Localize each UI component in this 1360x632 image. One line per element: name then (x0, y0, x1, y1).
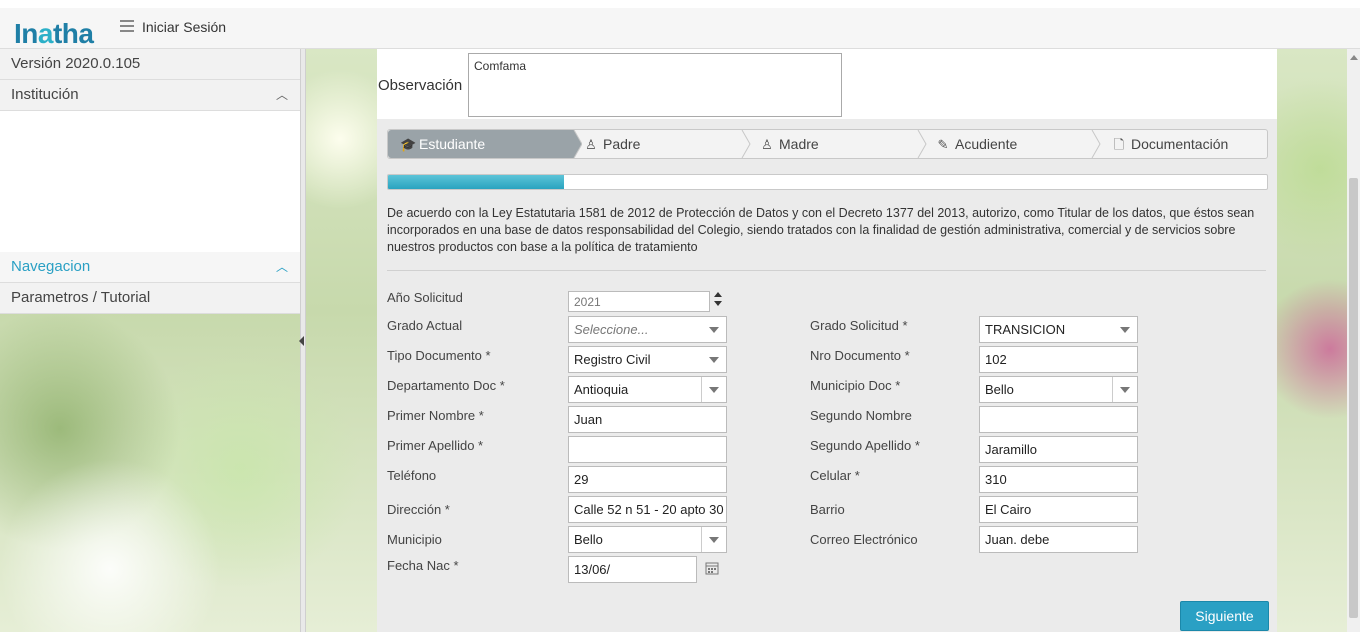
step-separator (917, 130, 927, 158)
wizard-steps: 🎓 Estudiante ♙ Padre ♙ Madre ✎ Acudiente 🗋 Do… (387, 129, 1268, 159)
fecha-nac-input[interactable]: 13/06/ (568, 556, 697, 583)
form-panel (377, 119, 1277, 632)
next-button[interactable]: Siguiente (1180, 601, 1269, 631)
tab-padre[interactable]: ♙ Padre (584, 130, 744, 158)
municipio-doc-label: Municipio Doc * (810, 378, 901, 393)
tab-madre[interactable]: ♙ Madre (760, 130, 920, 158)
telefono-input[interactable]: 29 (568, 466, 727, 493)
tipo-documento-label: Tipo Documento * (387, 348, 491, 363)
fecha-nac-label: Fecha Nac * (387, 558, 459, 573)
direccion-label: Dirección * (387, 502, 450, 517)
anio-solicitud-input[interactable]: 2021 (568, 291, 710, 312)
segundo-nombre-label: Segundo Nombre (810, 408, 912, 423)
sidebar-item-navegacion[interactable]: Navegacion ︿ (0, 252, 300, 283)
chevron-up-icon[interactable]: ︿ (276, 252, 288, 282)
select-value: Bello (574, 532, 603, 547)
step-separator (741, 130, 751, 158)
chevron-down-icon[interactable] (1113, 317, 1137, 342)
tab-label: Madre (779, 136, 819, 152)
document-icon: 🗋 (1113, 137, 1125, 152)
segundo-apellido-input[interactable]: Jaramillo (979, 436, 1138, 463)
municipio-label: Municipio (387, 532, 442, 547)
chevron-down-icon[interactable] (701, 377, 726, 402)
observation-label: Observación (378, 77, 463, 94)
divider (387, 270, 1266, 271)
user-icon: ♙ (585, 137, 597, 152)
grado-actual-select[interactable]: Seleccione... (568, 316, 727, 343)
select-placeholder: Seleccione... (574, 322, 649, 337)
segundo-apellido-label: Segundo Apellido * (810, 438, 920, 453)
collapse-arrow-icon[interactable] (299, 336, 304, 346)
anio-solicitud-label: Año Solicitud (387, 290, 463, 305)
sidebar-item-tutorial[interactable]: Parametros / Tutorial (0, 283, 300, 314)
year-stepper[interactable] (713, 291, 723, 311)
stepper-up-icon[interactable] (714, 292, 722, 297)
correo-input[interactable]: Juan. debe (979, 526, 1138, 553)
tab-documentacion[interactable]: 🗋 Documentación (1112, 130, 1262, 158)
select-value: Bello (985, 382, 1014, 397)
segundo-nombre-input[interactable] (979, 406, 1138, 433)
progress-fill (388, 175, 564, 189)
primer-apellido-label: Primer Apellido * (387, 438, 484, 453)
grado-solicitud-select[interactable]: TRANSICION (979, 316, 1138, 343)
pencil-icon: ✎ (937, 137, 949, 152)
tab-label: Estudiante (419, 136, 486, 152)
correo-label: Correo Electrónico (810, 532, 918, 547)
chevron-down-icon[interactable] (702, 317, 726, 342)
sidebar: Versión 2020.0.105 Institución ︿ Navegac… (0, 49, 300, 314)
chevron-up-icon[interactable]: ︿ (276, 80, 288, 110)
scrollbar-thumb[interactable] (1349, 178, 1358, 618)
primer-nombre-input[interactable]: Juan (568, 406, 727, 433)
sidebar-item-institucion[interactable]: Institución ︿ (0, 80, 300, 111)
stepper-down-icon[interactable] (714, 301, 722, 306)
chevron-down-icon[interactable] (702, 347, 726, 372)
grado-actual-label: Grado Actual (387, 318, 463, 333)
scroll-up-icon[interactable] (1350, 55, 1358, 60)
progress-bar (387, 174, 1268, 190)
nro-documento-input[interactable]: 102 (979, 346, 1138, 373)
departamento-doc-label: Departamento Doc * (387, 378, 505, 393)
version-label: Versión 2020.0.105 (0, 49, 300, 80)
nro-documento-label: Nro Documento * (810, 348, 910, 363)
tipo-documento-select[interactable]: Registro Civil (568, 346, 727, 373)
celular-label: Celular * (810, 468, 860, 483)
select-value: Registro Civil (574, 352, 651, 367)
institution-panel (0, 111, 300, 252)
tab-estudiante[interactable]: 🎓 Estudiante (388, 130, 568, 158)
primer-apellido-input[interactable] (568, 436, 727, 463)
hamburger-menu-icon[interactable] (120, 20, 134, 32)
chevron-down-icon[interactable] (1112, 377, 1137, 402)
sidebar-item-label: Institución (11, 86, 79, 103)
tab-label: Acudiente (955, 136, 1018, 152)
tab-label: Documentación (1131, 136, 1229, 152)
select-value: Antioquia (574, 382, 629, 397)
graduate-icon: 🎓 (400, 137, 417, 152)
grado-solicitud-label: Grado Solicitud * (810, 318, 908, 333)
calendar-icon[interactable] (705, 561, 719, 575)
celular-input[interactable]: 310 (979, 466, 1138, 493)
data-protection-text: De acuerdo con la Ley Estatutaria 1581 d… (387, 206, 1255, 254)
step-separator (568, 130, 582, 158)
top-bar: Inatha Iniciar Sesión (0, 8, 1360, 49)
direccion-input[interactable]: Calle 52 n 51 - 20 apto 30 (568, 496, 727, 523)
barrio-label: Barrio (810, 502, 845, 517)
step-separator (1091, 130, 1101, 158)
login-link[interactable]: Iniciar Sesión (142, 19, 226, 35)
select-value: TRANSICION (985, 322, 1066, 337)
departamento-doc-select[interactable]: Antioquia (568, 376, 727, 403)
municipio-select[interactable]: Bello (568, 526, 727, 553)
telefono-label: Teléfono (387, 468, 437, 483)
municipio-doc-select[interactable]: Bello (979, 376, 1138, 403)
sidebar-item-label: Navegacion (11, 258, 91, 275)
barrio-input[interactable]: El Cairo (979, 496, 1138, 523)
chevron-down-icon[interactable] (701, 527, 726, 552)
tab-label: Padre (603, 136, 641, 152)
observation-textarea[interactable]: Comfama (468, 53, 842, 117)
user-icon: ♙ (761, 137, 773, 152)
primer-nombre-label: Primer Nombre * (387, 408, 484, 423)
tab-acudiente[interactable]: ✎ Acudiente (936, 130, 1096, 158)
app-logo[interactable]: Inatha (14, 18, 94, 50)
